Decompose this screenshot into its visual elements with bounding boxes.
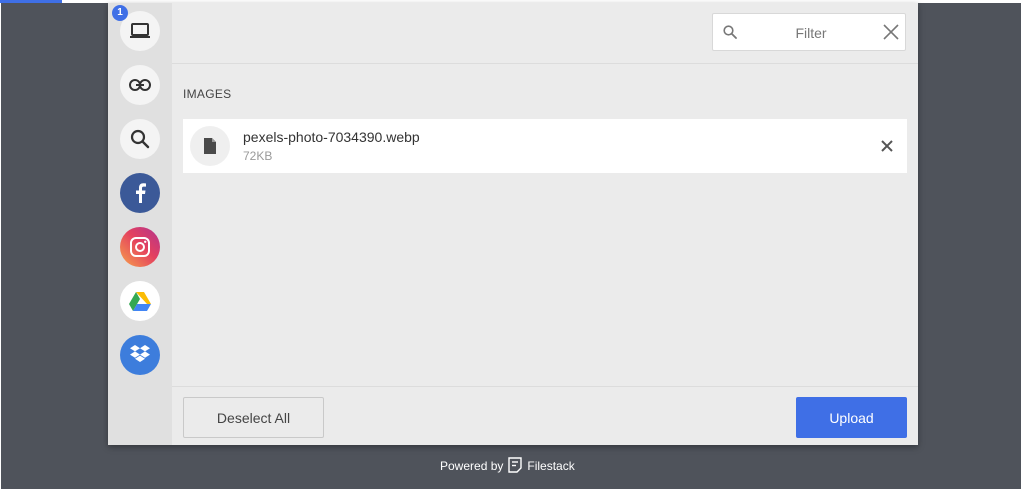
source-dropbox[interactable]	[120, 335, 160, 375]
file-icon	[190, 126, 230, 166]
filter-input[interactable]	[747, 20, 875, 46]
main-panel: IMAGES pexels-photo-7034390.webp 72KB De…	[172, 3, 918, 445]
powered-by-label: Powered by	[440, 459, 504, 473]
file-name: pexels-photo-7034390.webp	[243, 129, 420, 145]
section-title: IMAGES	[183, 87, 232, 101]
picker-footer: Deselect All Upload	[172, 386, 918, 446]
source-facebook[interactable]	[120, 173, 160, 213]
filter-box	[712, 13, 906, 51]
source-google-drive[interactable]	[120, 281, 160, 321]
filestack-logo-icon	[508, 456, 523, 476]
source-image-search[interactable]	[120, 119, 160, 159]
powered-by-brand: Filestack	[527, 459, 575, 473]
search-icon	[130, 129, 150, 149]
remove-file-icon[interactable]	[881, 139, 893, 157]
instagram-icon	[129, 236, 151, 258]
source-sidebar: 1	[108, 3, 172, 445]
file-picker-dialog: 1 Filter IMAGES pexels-photo-7034390.web…	[108, 3, 918, 445]
source-instagram[interactable]	[120, 227, 160, 267]
upload-button[interactable]: Upload	[796, 397, 907, 438]
file-size: 72KB	[243, 149, 273, 163]
link-icon	[129, 79, 151, 91]
selected-count-badge: 1	[112, 5, 128, 21]
source-my-device[interactable]: 1	[112, 5, 160, 51]
powered-by[interactable]: Powered by Filestack	[440, 456, 575, 476]
top-bar	[172, 3, 918, 64]
facebook-icon	[134, 183, 146, 203]
clear-filter-icon[interactable]	[881, 22, 901, 47]
deselect-all-button[interactable]: Deselect All	[183, 397, 324, 438]
laptop-icon	[129, 22, 151, 40]
dropbox-icon	[129, 345, 151, 365]
file-list-item[interactable]: pexels-photo-7034390.webp 72KB	[183, 119, 907, 173]
source-link[interactable]	[120, 65, 160, 105]
search-icon	[723, 25, 737, 44]
google-drive-icon	[129, 291, 151, 311]
